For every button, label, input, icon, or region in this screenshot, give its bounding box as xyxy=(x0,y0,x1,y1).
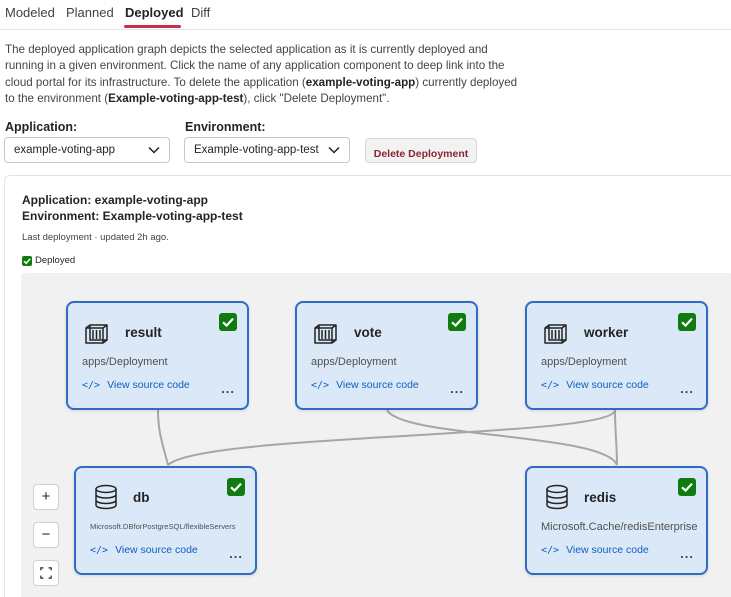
zoom-in-button[interactable]: + xyxy=(33,484,59,510)
node-type-db: Microsoft.DBforPostgreSQL/flexibleServer… xyxy=(90,522,236,531)
container-icon xyxy=(544,324,567,344)
database-icon xyxy=(546,484,568,510)
zoom-out-button[interactable]: − xyxy=(33,522,59,548)
tab-modeled[interactable]: Modeled xyxy=(5,5,55,20)
view-source-label: View source code xyxy=(566,379,649,391)
database-icon xyxy=(95,484,117,510)
more-options-icon[interactable]: ... xyxy=(450,381,464,396)
description-text: ), click "Delete Deployment". xyxy=(243,92,390,106)
application-select-value: example-voting-app xyxy=(14,144,116,156)
code-icon: </> xyxy=(541,544,560,556)
deployed-check-icon xyxy=(448,313,466,331)
node-card-result[interactable]: result apps/Deployment </> View source co… xyxy=(66,301,249,410)
environment-label: Environment: xyxy=(185,120,266,134)
more-options-icon[interactable]: ... xyxy=(680,381,694,396)
view-source-link-vote[interactable]: </> View source code xyxy=(311,379,419,391)
code-icon: </> xyxy=(90,544,109,556)
deployed-legend-label: Deployed xyxy=(35,255,76,266)
active-tab-indicator xyxy=(124,25,181,28)
more-options-icon[interactable]: ... xyxy=(221,381,235,396)
edge-vote-redis xyxy=(386,409,618,466)
chevron-down-icon xyxy=(328,146,340,154)
deployed-legend: Deployed xyxy=(22,255,75,266)
view-source-label: View source code xyxy=(107,379,190,391)
node-name-redis[interactable]: redis xyxy=(584,490,616,505)
application-label: Application: xyxy=(5,120,78,134)
node-type-worker: apps/Deployment xyxy=(541,356,627,368)
view-source-link-redis[interactable]: </> View source code xyxy=(541,544,649,556)
node-card-vote[interactable]: vote apps/Deployment </> View source code… xyxy=(295,301,478,410)
panel-application-title: Application: example-voting-app xyxy=(22,193,209,207)
code-icon: </> xyxy=(541,379,560,391)
last-deployment-text: Last deployment · updated 2h ago. xyxy=(22,232,169,243)
description-app-name: example-voting-app xyxy=(305,75,416,89)
node-type-vote: apps/Deployment xyxy=(311,356,397,368)
node-name-db[interactable]: db xyxy=(133,490,150,505)
deployed-check-icon xyxy=(678,478,696,496)
environment-select-value: Example-voting-app-test xyxy=(194,144,319,156)
application-select[interactable]: example-voting-app xyxy=(4,137,170,163)
view-source-link-worker[interactable]: </> View source code xyxy=(541,379,649,391)
deployed-check-icon xyxy=(227,478,245,496)
page-description: The deployed application graph depicts t… xyxy=(5,42,525,108)
node-name-vote[interactable]: vote xyxy=(354,325,382,340)
chevron-down-icon xyxy=(148,146,160,154)
node-card-worker[interactable]: worker apps/Deployment </> View source co… xyxy=(525,301,708,410)
description-env-name: Example-voting-app-test xyxy=(108,92,244,106)
container-icon xyxy=(85,324,108,344)
node-name-result[interactable]: result xyxy=(125,325,162,340)
code-icon: </> xyxy=(82,379,101,391)
view-source-label: View source code xyxy=(336,379,419,391)
edge-worker-redis xyxy=(614,409,618,466)
edge-result-db xyxy=(157,409,169,466)
deployed-check-icon xyxy=(678,313,696,331)
fit-view-button[interactable] xyxy=(33,560,59,586)
environment-select[interactable]: Example-voting-app-test xyxy=(184,137,350,163)
tab-planned[interactable]: Planned xyxy=(66,5,114,20)
code-icon: </> xyxy=(311,379,330,391)
graph-canvas[interactable]: result apps/Deployment </> View source co… xyxy=(21,273,731,597)
fit-view-icon xyxy=(40,567,52,579)
more-options-icon[interactable]: ... xyxy=(229,546,243,561)
node-type-result: apps/Deployment xyxy=(82,356,168,368)
view-source-link-result[interactable]: </> View source code xyxy=(82,379,190,391)
node-type-redis: Microsoft.Cache/redisEnterprise xyxy=(541,521,698,533)
tab-bar: Modeled Planned Deployed Diff xyxy=(0,0,731,30)
view-source-label: View source code xyxy=(115,544,198,556)
panel-environment-title: Environment: Example-voting-app-test xyxy=(22,209,243,223)
more-options-icon[interactable]: ... xyxy=(680,546,694,561)
tab-deployed[interactable]: Deployed xyxy=(125,5,184,20)
checkbox-checked-icon xyxy=(22,255,32,266)
node-name-worker[interactable]: worker xyxy=(584,325,628,340)
node-card-db[interactable]: db Microsoft.DBforPostgreSQL/flexibleSer… xyxy=(74,466,257,575)
deployed-check-icon xyxy=(219,313,237,331)
delete-deployment-button[interactable]: Delete Deployment xyxy=(365,138,477,163)
node-card-redis[interactable]: redis Microsoft.Cache/redisEnterprise </… xyxy=(525,466,708,575)
edge-worker-db xyxy=(167,409,616,466)
container-icon xyxy=(314,324,337,344)
view-source-label: View source code xyxy=(566,544,649,556)
view-source-link-db[interactable]: </> View source code xyxy=(90,544,198,556)
tab-diff[interactable]: Diff xyxy=(191,5,210,20)
